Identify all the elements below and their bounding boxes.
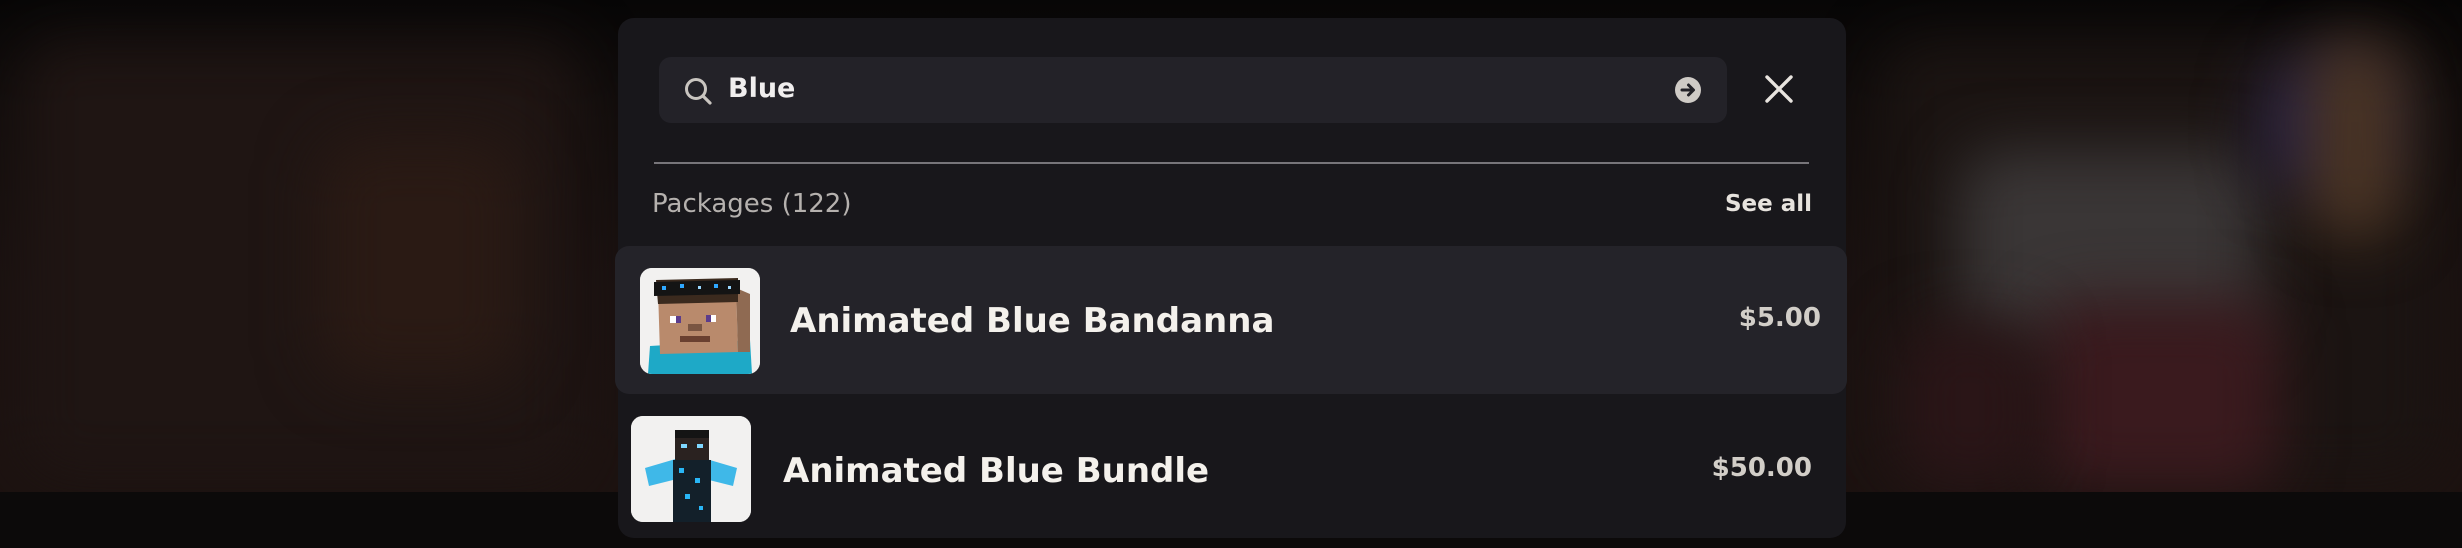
- result-name: Animated Blue Bundle: [783, 451, 1210, 491]
- result-price: $5.00: [1738, 303, 1821, 333]
- packages-section-title: Packages (122): [652, 189, 852, 219]
- submit-arrow-icon[interactable]: [1674, 76, 1702, 104]
- search-input[interactable]: [659, 57, 1727, 123]
- close-icon[interactable]: [1762, 72, 1796, 106]
- see-all-link[interactable]: See all: [1700, 186, 1812, 222]
- blue-bundle-character-thumbnail-icon: [631, 416, 751, 522]
- result-name: Animated Blue Bandanna: [790, 301, 1275, 341]
- result-row-animated-blue-bundle[interactable]: Animated Blue Bundle $50.00: [615, 400, 1847, 548]
- section-divider: [654, 162, 1809, 164]
- steve-bandanna-thumbnail-icon: [640, 268, 760, 374]
- search-query-text[interactable]: Blue: [728, 67, 795, 111]
- result-row-animated-blue-bandanna[interactable]: Animated Blue Bandanna $5.00: [615, 246, 1847, 394]
- result-price: $50.00: [1711, 453, 1812, 483]
- search-icon: [685, 78, 712, 105]
